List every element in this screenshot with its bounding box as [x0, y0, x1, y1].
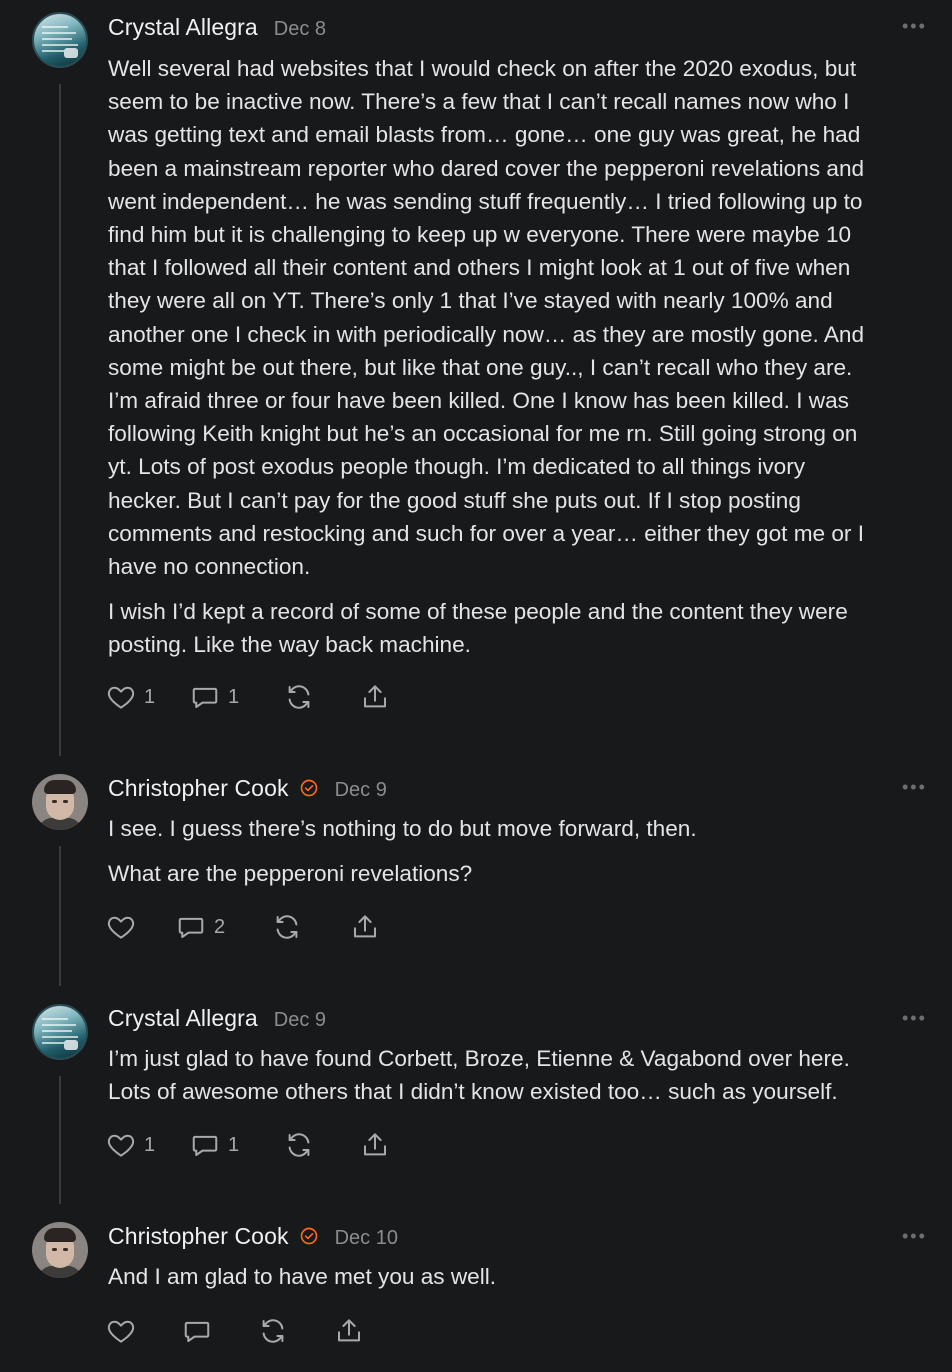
thread-line	[59, 1076, 61, 1204]
share-button[interactable]	[350, 912, 380, 942]
comment-body: I’m just glad to have found Corbett, Bro…	[108, 1042, 928, 1120]
reply-count: 2	[214, 915, 226, 938]
comment-paragraph: I see. I guess there’s nothing to do but…	[108, 816, 697, 841]
like-button[interactable]	[106, 912, 176, 942]
comment-date[interactable]: Dec 9	[274, 1009, 326, 1032]
like-button[interactable]	[106, 1316, 182, 1346]
like-button[interactable]: 1	[106, 682, 190, 712]
avatar[interactable]	[32, 1222, 88, 1278]
share-icon	[354, 915, 376, 938]
heart-icon	[107, 916, 135, 939]
heart-icon	[107, 686, 135, 709]
avatar[interactable]	[32, 12, 88, 68]
comment-paragraph: I wish I’d kept a record of some of thes…	[108, 599, 848, 658]
share-button[interactable]	[360, 682, 390, 712]
comment-actions	[106, 1316, 364, 1346]
comment-date[interactable]: Dec 10	[335, 1227, 398, 1250]
speech-bubble-icon	[184, 1321, 210, 1342]
comment-actions: 1 1	[106, 1130, 390, 1160]
reply-button[interactable]: 2	[176, 912, 272, 942]
heart-icon	[107, 1134, 135, 1157]
like-button[interactable]: 1	[106, 1130, 190, 1160]
thread-line	[59, 846, 61, 986]
avatar[interactable]	[32, 774, 88, 830]
avatar[interactable]	[32, 1004, 88, 1060]
author-name[interactable]: Christopher Cook	[108, 1223, 289, 1250]
restack-button[interactable]	[258, 1316, 334, 1346]
thread-line	[59, 84, 61, 756]
restack-icon	[276, 915, 298, 939]
speech-bubble-icon	[192, 687, 218, 708]
comment-body: Well several had websites that I would c…	[108, 52, 928, 674]
restack-button[interactable]	[284, 682, 360, 712]
reply-button[interactable]: 1	[190, 682, 284, 712]
share-icon	[364, 685, 386, 708]
comment-paragraph: Well several had websites that I would c…	[108, 56, 865, 580]
verified-badge-icon	[300, 779, 317, 797]
reply-count: 1	[228, 685, 240, 708]
share-icon	[338, 1319, 360, 1342]
reply-button[interactable]	[182, 1316, 258, 1346]
heart-icon	[107, 1320, 135, 1343]
like-count: 1	[144, 1133, 156, 1156]
comment-header: Crystal Allegra Dec 9	[108, 1005, 326, 1032]
verified-badge-icon	[300, 1227, 317, 1245]
more-options-button[interactable]: •••	[902, 1226, 927, 1247]
restack-button[interactable]	[272, 912, 350, 942]
speech-bubble-icon	[192, 1135, 218, 1156]
restack-icon	[288, 1133, 310, 1157]
comment-date[interactable]: Dec 9	[335, 779, 387, 802]
speech-bubble-icon	[178, 917, 204, 938]
comment-body: I see. I guess there’s nothing to do but…	[108, 812, 928, 902]
restack-button[interactable]	[284, 1130, 360, 1160]
comment-actions: 1 1	[106, 682, 390, 712]
author-name[interactable]: Crystal Allegra	[108, 14, 258, 41]
more-options-button[interactable]: •••	[902, 16, 927, 37]
author-name[interactable]: Crystal Allegra	[108, 1005, 258, 1032]
restack-icon	[262, 1319, 284, 1343]
share-button[interactable]	[334, 1316, 364, 1346]
comment-paragraph: I’m just glad to have found Corbett, Bro…	[108, 1046, 850, 1105]
share-button[interactable]	[360, 1130, 390, 1160]
comment-actions: 2	[106, 912, 380, 942]
share-icon	[364, 1133, 386, 1156]
comment-header: Crystal Allegra Dec 8	[108, 14, 326, 41]
comment-date[interactable]: Dec 8	[274, 18, 326, 41]
like-count: 1	[144, 685, 156, 708]
comment-body: And I am glad to have met you as well.	[108, 1260, 928, 1305]
author-name[interactable]: Christopher Cook	[108, 775, 289, 802]
more-options-button[interactable]: •••	[902, 1008, 927, 1029]
comment-header: Christopher Cook Dec 9	[108, 775, 387, 802]
comment-paragraph: What are the pepperoni revelations?	[108, 861, 473, 887]
reply-count: 1	[228, 1133, 240, 1156]
reply-button[interactable]: 1	[190, 1130, 284, 1160]
restack-icon	[288, 685, 310, 709]
more-options-button[interactable]: •••	[902, 777, 927, 798]
comment-header: Christopher Cook Dec 10	[108, 1223, 398, 1250]
comment-paragraph: And I am glad to have met you as well.	[108, 1264, 497, 1289]
